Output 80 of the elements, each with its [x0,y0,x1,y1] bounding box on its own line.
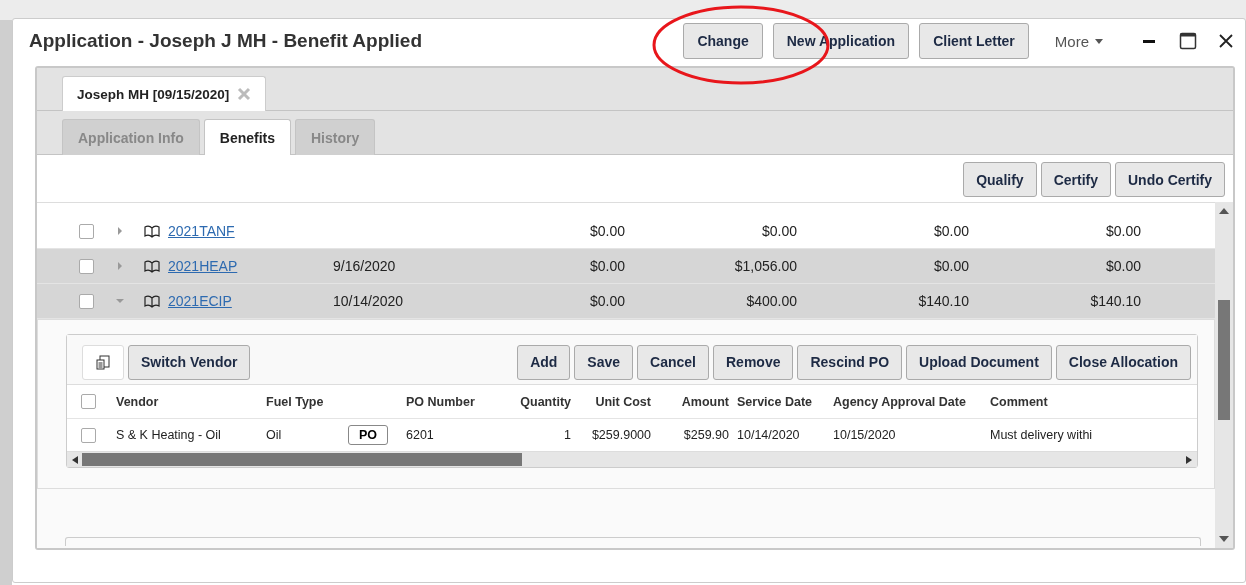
table-cell-text: S & K Heating - Oil [116,428,222,442]
grid-button[interactable]: Upload Document [906,344,1052,380]
benefit-link[interactable]: 2021TANF [168,223,333,239]
copy-icon [95,354,111,370]
table-cell-text: Oil [266,428,283,442]
grid-button[interactable]: Save [574,344,634,380]
action-button[interactable]: Qualify [963,162,1037,197]
table-cell-text: $400.00 [745,293,797,309]
benefit-link[interactable]: 2021ECIP [168,293,333,309]
table-cell-text: $0.00 [932,258,969,274]
scroll-right-icon[interactable] [1186,455,1192,464]
toolbar-button[interactable]: Client Letter [919,23,1029,59]
checkbox[interactable] [81,427,96,443]
vertical-scrollbar[interactable] [1215,202,1233,548]
grid-button[interactable]: Cancel [637,344,709,380]
table-cell-text: $0.00 [588,258,625,274]
horizontal-scrollbar[interactable] [67,451,1197,467]
table-cell-text: $0.00 [588,223,625,239]
tab[interactable]: Benefits [203,119,291,155]
maximize-icon[interactable] [1179,32,1197,50]
copy-button[interactable] [82,344,124,380]
po-button[interactable]: PO [348,425,389,445]
grid-button[interactable]: Remove [713,344,794,380]
checkbox[interactable] [81,394,96,409]
column-header: Unit Cost [594,394,651,409]
column-header: Comment [990,394,1049,409]
scroll-thumb[interactable] [1218,300,1230,420]
scroll-thumb[interactable] [82,453,522,466]
benefit-row[interactable]: 2021HEAP 9/16/2020 $0.00 $1,056.00 $0.00 $0.00 [37,249,1215,284]
more-menu[interactable]: More [1048,31,1109,51]
checkbox[interactable] [79,258,94,274]
table-cell-text: 1 [563,428,571,442]
book-icon [144,259,160,273]
expand-arrow-icon[interactable] [116,227,124,235]
column-header: Amount [680,394,729,409]
table-cell-text: $0.00 [1104,223,1141,239]
table-cell-text: $259.9000 [590,428,651,442]
benefit-link[interactable]: 2021HEAP [168,258,333,274]
table-cell-text: 10/14/2020 [737,428,801,442]
table-cell-text: $0.00 [932,223,969,239]
toolbar-button[interactable]: Change [683,23,763,59]
table-cell-text: 10/15/2020 [833,428,897,442]
book-icon [144,294,160,308]
window-title: Application - Joseph J MH - Benefit Applied [29,30,424,52]
benefit-row[interactable]: 2021TANF $0.00 $0.00 $0.00 $0.00 [37,214,1215,249]
table-cell-text: $259.90 [682,428,729,442]
column-header: Service Date [737,394,814,409]
table-cell-text: $0.00 [760,223,797,239]
table-cell-text: 6201 [406,428,435,442]
scroll-down-icon[interactable] [1219,536,1229,542]
record-tab[interactable]: Joseph MH [09/15/2020] [62,76,267,111]
scroll-left-icon[interactable] [72,455,78,464]
column-header: PO Number [406,394,476,409]
benefit-row[interactable]: 2021ECIP 10/14/2020 $0.00 $400.00 $140.10 $140.10 [37,284,1215,319]
table-cell-text: Must delivery withi [990,428,1094,442]
grid-button[interactable]: Close Allocation [1055,344,1191,380]
action-button[interactable]: Undo Certify [1115,162,1225,197]
table-cell-text: $140.10 [1089,293,1141,309]
table-cell-text: $1,056.00 [733,258,797,274]
column-header: Vendor [116,394,160,409]
book-icon [144,224,160,238]
caret-icon [1095,38,1103,44]
grid-button[interactable]: Add [517,344,571,380]
scroll-up-icon[interactable] [1219,208,1229,214]
close-icon[interactable] [1219,34,1233,48]
action-button[interactable]: Certify [1040,162,1111,197]
column-header: Agency Approval Date [833,394,967,409]
table-cell-text: 9/16/2020 [333,258,397,274]
expand-arrow-icon[interactable] [116,262,124,270]
expand-arrow-icon[interactable] [116,297,124,305]
switch-vendor-button[interactable]: Switch Vendor [128,344,251,380]
table-cell-text: $0.00 [588,293,625,309]
grid-button[interactable]: Rescind PO [797,344,903,380]
table-cell-text: $140.10 [917,293,969,309]
column-header: Fuel Type [266,394,325,409]
table-cell-text: $0.00 [1104,258,1141,274]
checkbox[interactable] [79,293,94,309]
table-cell-text: 10/14/2020 [333,293,405,309]
column-header: Quantity [519,394,571,409]
checkbox[interactable] [79,223,94,239]
